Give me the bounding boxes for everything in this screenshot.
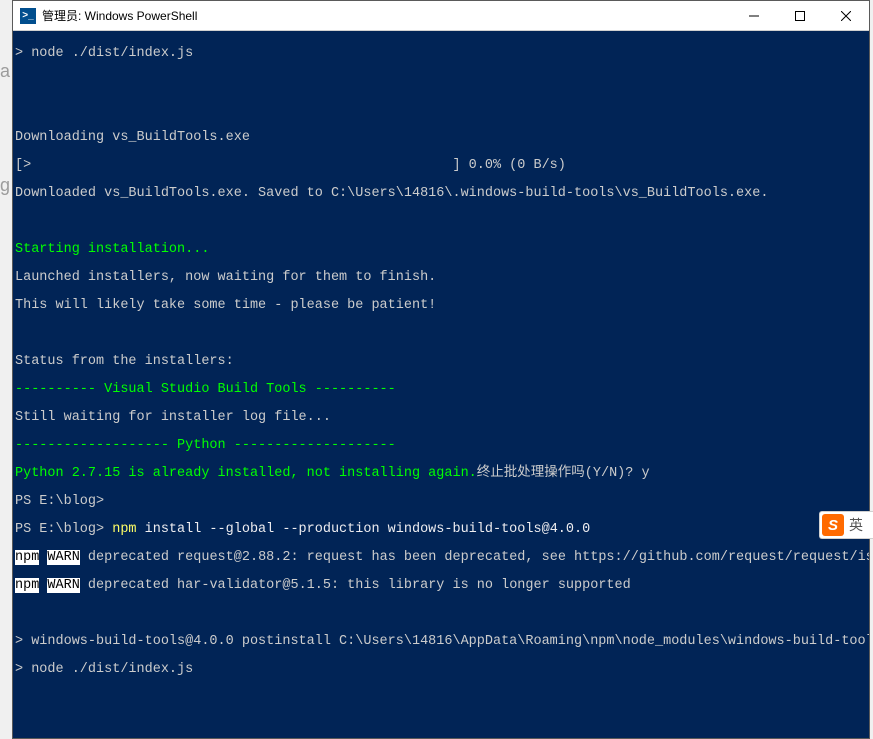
output-line: > windows-build-tools@4.0.0 postinstall … — [15, 635, 867, 649]
bg-char-a: a — [0, 60, 12, 82]
output-line: Still waiting for installer log file... — [15, 411, 867, 425]
output-line — [15, 215, 867, 229]
window-controls — [731, 1, 869, 30]
prompt-line: PS E:\blog> — [15, 495, 867, 509]
output-line: This will likely take some time - please… — [15, 299, 867, 313]
background-fragment: a g — [0, 60, 12, 196]
output-line: Downloading vs_BuildTools.exe — [15, 131, 867, 145]
npm-deprecated: deprecated — [80, 550, 169, 565]
warn-label: WARN — [47, 578, 79, 593]
cmd-args: install --global --production windows-bu… — [145, 522, 591, 537]
prompt-terminate: 终止批处理操作吗(Y/N)? y — [477, 466, 650, 481]
output-line: > node ./dist/index.js — [15, 47, 867, 61]
output-line: > node ./dist/index.js — [15, 663, 867, 677]
output-line: Status from the installers: — [15, 355, 867, 369]
cmd-npm: npm — [112, 522, 144, 537]
sogou-icon: S — [822, 514, 844, 536]
ime-indicator[interactable]: S 英 — [819, 511, 873, 539]
output-line: Python 2.7.15 is already installed, not … — [15, 467, 867, 481]
powershell-icon: >_ — [20, 8, 36, 24]
progress-bar-line: [> ] 0.0% (0 B/s) — [15, 159, 867, 173]
command-line: PS E:\blog> npm install --global --produ… — [15, 523, 867, 537]
python-status: Python 2.7.15 is already installed, not … — [15, 466, 477, 481]
output-line — [15, 719, 867, 733]
maximize-button[interactable] — [777, 1, 823, 30]
output-line — [15, 607, 867, 621]
output-line: Starting installation... — [15, 243, 867, 257]
npm-label: npm — [15, 550, 39, 565]
output-line — [15, 327, 867, 341]
npm-warn-text: request@2.88.2: request has been depreca… — [169, 550, 869, 565]
section-header-vsbt: ---------- Visual Studio Build Tools ---… — [15, 383, 867, 397]
output-line: Launched installers, now waiting for the… — [15, 271, 867, 285]
npm-warn-text: har-validator@5.1.5: this library is no … — [169, 578, 631, 593]
output-line — [15, 103, 867, 117]
warn-label: WARN — [47, 550, 79, 565]
ime-language: 英 — [849, 515, 863, 535]
output-line — [15, 691, 867, 705]
minimize-button[interactable] — [731, 1, 777, 30]
npm-label: npm — [15, 578, 39, 593]
npm-warn-line: npm WARN deprecated request@2.88.2: requ… — [15, 551, 867, 565]
terminal-content[interactable]: > node ./dist/index.js Downloading vs_Bu… — [13, 31, 869, 738]
npm-warn-line: npm WARN deprecated har-validator@5.1.5:… — [15, 579, 867, 593]
ps-prompt: PS E:\blog> — [15, 522, 112, 537]
close-button[interactable] — [823, 1, 869, 30]
powershell-window: >_ 管理员: Windows PowerShell > node ./dist… — [12, 0, 870, 739]
bg-char-g: g — [0, 174, 12, 196]
output-line — [15, 75, 867, 89]
output-line: Downloaded vs_BuildTools.exe. Saved to C… — [15, 187, 867, 201]
section-header-python: ------------------- Python -------------… — [15, 439, 867, 453]
titlebar[interactable]: >_ 管理员: Windows PowerShell — [13, 1, 869, 31]
npm-deprecated: deprecated — [80, 578, 169, 593]
window-title: 管理员: Windows PowerShell — [42, 7, 731, 24]
